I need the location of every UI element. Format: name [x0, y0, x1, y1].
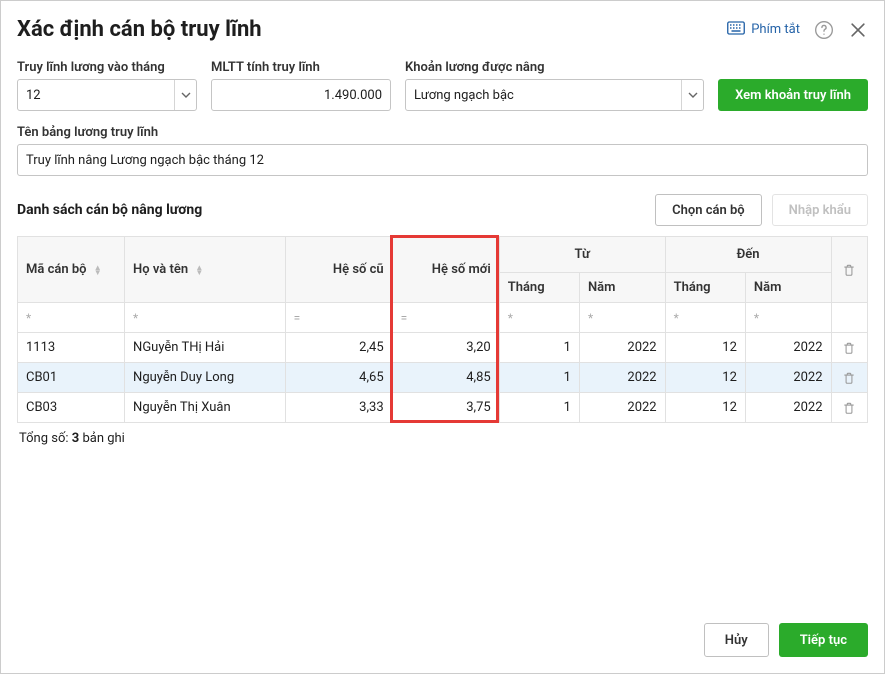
dialog-root: Xác định cán bộ truy lĩnh Phím tắt Truy …: [0, 0, 885, 674]
cell-to-year: 2022: [745, 333, 831, 363]
table-row[interactable]: CB03Nguyễn Thị Xuân3,333,7512022122022: [18, 393, 868, 423]
col-new[interactable]: Hệ số mới: [392, 237, 499, 303]
cell-to-month: 12: [665, 363, 745, 393]
col-to: Đến: [665, 237, 831, 273]
choose-staff-button[interactable]: Chọn cán bộ: [655, 194, 762, 226]
filter-tm[interactable]: *: [665, 303, 745, 333]
view-button[interactable]: Xem khoản truy lĩnh: [718, 79, 868, 111]
filter-fm[interactable]: *: [499, 303, 579, 333]
close-icon[interactable]: [848, 20, 868, 40]
field-mltt: MLTT tính truy lĩnh 1.490.000: [211, 60, 391, 111]
summary-prefix: Tổng số:: [19, 431, 72, 446]
field-salary-item: Khoản lương được nâng Lương ngạch bậc: [405, 60, 704, 111]
cell-delete[interactable]: [831, 363, 867, 393]
trash-icon: [840, 371, 859, 385]
cell-code: 1113: [18, 333, 125, 363]
dialog-header: Xác định cán bộ truy lĩnh Phím tắt: [17, 17, 868, 42]
cell-new: 3,20: [392, 333, 499, 363]
header-actions: Phím tắt: [727, 20, 868, 40]
sort-icon: ▲▼: [94, 265, 102, 275]
col-delete-all[interactable]: [831, 237, 867, 303]
trash-icon: [840, 341, 859, 355]
cancel-button[interactable]: Hủy: [704, 623, 769, 657]
section-title: Danh sách cán bộ nâng lương: [17, 202, 202, 218]
cell-to-month: 12: [665, 333, 745, 363]
cell-old: 4,65: [285, 363, 392, 393]
summary: Tổng số: 3 bản ghi: [17, 423, 868, 454]
col-to-month[interactable]: Tháng: [665, 273, 745, 303]
filter-old[interactable]: =: [285, 303, 392, 333]
col-name[interactable]: Họ và tên ▲▼: [125, 237, 286, 303]
input-sheet-name[interactable]: Truy lĩnh nâng Lương ngạch bậc tháng 12: [17, 144, 868, 176]
cell-name: Nguyễn Duy Long: [125, 363, 286, 393]
field-sheet-name: Tên bảng lương truy lĩnh Truy lĩnh nâng …: [17, 125, 868, 176]
cell-new: 4,85: [392, 363, 499, 393]
select-salary-item-value: Lương ngạch bậc: [414, 88, 514, 103]
staff-table: Mã cán bộ ▲▼ Họ và tên ▲▼ Hệ số cũ Hệ số…: [17, 236, 868, 423]
filters-row: Truy lĩnh lương vào tháng 12 MLTT tính t…: [17, 60, 868, 111]
cell-from-month: 1: [499, 333, 579, 363]
cell-old: 2,45: [285, 333, 392, 363]
trash-icon: [840, 263, 859, 277]
col-code[interactable]: Mã cán bộ ▲▼: [18, 237, 125, 303]
cell-to-year: 2022: [745, 393, 831, 423]
cell-old: 3,33: [285, 393, 392, 423]
input-sheet-name-value: Truy lĩnh nâng Lương ngạch bậc tháng 12: [26, 153, 264, 168]
cell-from-year: 2022: [579, 333, 665, 363]
chevron-down-icon: [174, 80, 196, 110]
dialog-title: Xác định cán bộ truy lĩnh: [17, 17, 262, 42]
input-mltt-value: 1.490.000: [324, 88, 382, 103]
cell-from-month: 1: [499, 363, 579, 393]
cell-from-year: 2022: [579, 363, 665, 393]
col-from-month[interactable]: Tháng: [499, 273, 579, 303]
continue-button[interactable]: Tiếp tục: [779, 623, 868, 657]
col-from-year[interactable]: Năm: [579, 273, 665, 303]
cell-to-year: 2022: [745, 363, 831, 393]
label-month: Truy lĩnh lương vào tháng: [17, 60, 197, 75]
label-mltt: MLTT tính truy lĩnh: [211, 60, 391, 75]
cell-delete[interactable]: [831, 333, 867, 363]
section-header: Danh sách cán bộ nâng lương Chọn cán bộ …: [17, 194, 868, 226]
dialog-footer: Hủy Tiếp tục: [17, 611, 868, 657]
cell-code: CB03: [18, 393, 125, 423]
field-month: Truy lĩnh lương vào tháng 12: [17, 60, 197, 111]
cell-code: CB01: [18, 363, 125, 393]
grid-wrap: Mã cán bộ ▲▼ Họ và tên ▲▼ Hệ số cũ Hệ số…: [17, 236, 868, 423]
col-from: Từ: [499, 237, 665, 273]
cell-delete[interactable]: [831, 393, 867, 423]
select-month-value: 12: [26, 88, 41, 103]
chevron-down-icon: [681, 80, 703, 110]
col-to-year[interactable]: Năm: [745, 273, 831, 303]
cell-from-year: 2022: [579, 393, 665, 423]
cell-from-month: 1: [499, 393, 579, 423]
trash-icon: [840, 401, 859, 415]
label-sheet-name: Tên bảng lương truy lĩnh: [17, 125, 868, 140]
cell-name: Nguyễn Thị Xuân: [125, 393, 286, 423]
filter-code[interactable]: *: [18, 303, 125, 333]
shortcut-label: Phím tắt: [751, 22, 800, 37]
section-actions: Chọn cán bộ Nhập khẩu: [655, 194, 868, 226]
import-button: Nhập khẩu: [772, 194, 868, 226]
filter-empty: [831, 303, 867, 333]
cell-to-month: 12: [665, 393, 745, 423]
help-icon[interactable]: [814, 20, 834, 40]
filter-ty[interactable]: *: [745, 303, 831, 333]
table-row[interactable]: 1113NGuyễn THị Hải2,453,2012022122022: [18, 333, 868, 363]
filter-new[interactable]: =: [392, 303, 499, 333]
select-month[interactable]: 12: [17, 79, 197, 111]
summary-suffix: bản ghi: [79, 431, 125, 446]
table-row[interactable]: CB01Nguyễn Duy Long4,654,8512022122022: [18, 363, 868, 393]
keyboard-icon: [727, 21, 745, 39]
sort-icon: ▲▼: [195, 265, 203, 275]
select-salary-item[interactable]: Lương ngạch bậc: [405, 79, 704, 111]
shortcut-link[interactable]: Phím tắt: [727, 21, 800, 39]
label-salary-item: Khoản lương được nâng: [405, 60, 704, 75]
cell-new: 3,75: [392, 393, 499, 423]
col-old[interactable]: Hệ số cũ: [285, 237, 392, 303]
cell-name: NGuyễn THị Hải: [125, 333, 286, 363]
filter-fy[interactable]: *: [579, 303, 665, 333]
filter-name[interactable]: *: [125, 303, 286, 333]
input-mltt[interactable]: 1.490.000: [211, 79, 391, 111]
